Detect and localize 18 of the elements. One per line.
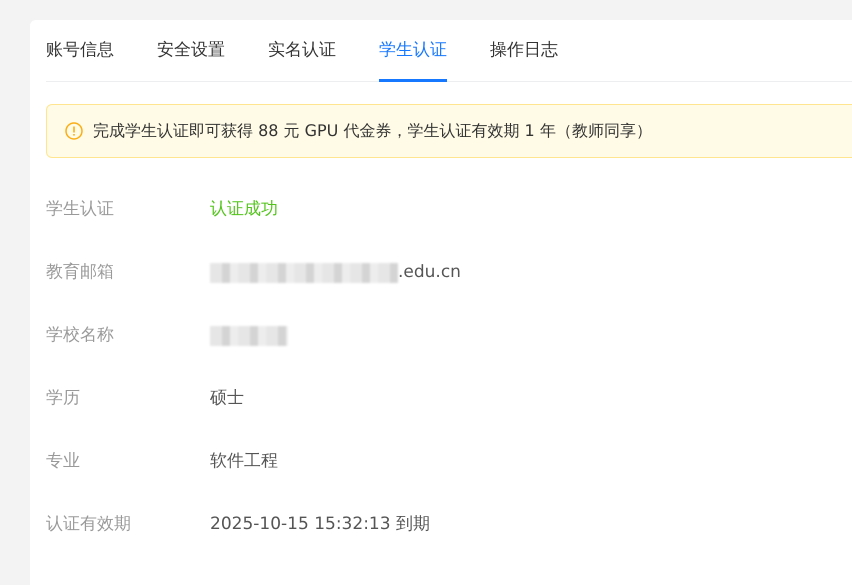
field-label: 学生认证 [46,198,115,221]
field-label: 学历 [46,386,81,410]
field-value: 硕士 [210,386,244,410]
field-value: 软件工程 [210,450,278,473]
field-label: 认证有效期 [46,512,132,536]
field-label: 教育邮箱 [46,260,115,284]
field-value: 2025-10-15 15:32:13 到期 [210,512,430,536]
tab[interactable]: 账号信息 [46,20,114,82]
tab[interactable]: 操作日志 [490,20,558,82]
status-text: 认证成功 [210,198,278,221]
field-label: 专业 [46,450,81,473]
tab[interactable]: 安全设置 [157,20,225,82]
field-value: .edu.cn [398,260,461,284]
notice-text: 完成学生认证即可获得 88 元 GPU 代金券，学生认证有效期 1 年（教师同享） [93,120,652,142]
field-label: 学校名称 [46,324,115,347]
tab[interactable]: 实名认证 [268,20,336,82]
tab[interactable]: 学生认证 [379,20,447,82]
warning-icon [65,122,83,140]
